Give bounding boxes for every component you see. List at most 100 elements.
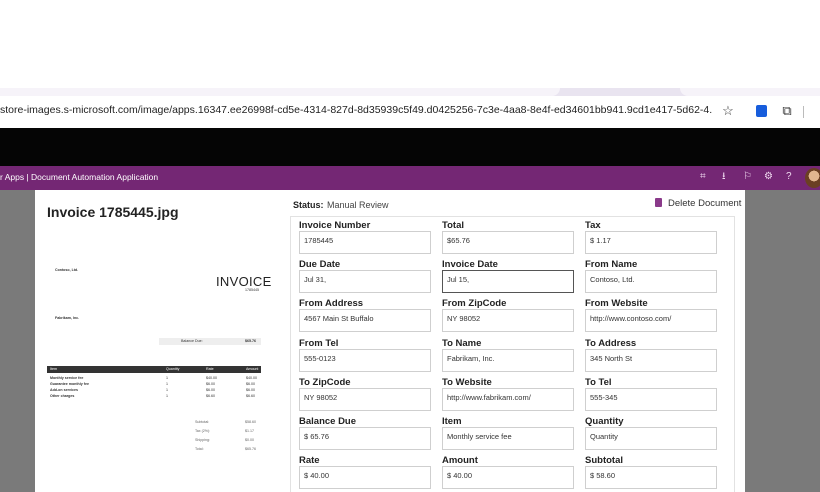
to-address-field[interactable]: 345 North St [585, 348, 717, 372]
to-zipcode-label: To ZipCode [299, 376, 351, 388]
star-icon[interactable]: ☆ [719, 102, 737, 120]
from-website-label: From Website [585, 298, 648, 310]
preview-table-cell: $6.60 [246, 394, 255, 398]
to-name-label: To Name [442, 337, 482, 349]
delete-label: Delete Document [668, 198, 742, 209]
preview-total-cell: Total: [195, 447, 204, 451]
subtotal-field[interactable]: $ 58.60 [585, 466, 717, 490]
page-title: Invoice 1785445.jpg [47, 204, 179, 220]
preview-table-cell: 1 [166, 376, 168, 380]
left-gutter [0, 190, 35, 492]
preview-heading: INVOICE [216, 274, 272, 289]
page-header-band [0, 128, 820, 166]
field-form: Invoice Number 1785445 Total $65.76 Tax $ 1.1… [290, 216, 735, 492]
bitwarden-icon[interactable] [752, 102, 770, 120]
preview-table-cell: 1 [166, 394, 168, 398]
preview-table-cell: Other charges [50, 394, 75, 398]
from-address-label: From Address [299, 298, 364, 310]
preview-table-cell: $6.00 [206, 388, 215, 392]
app-bar: r Apps | Document Automation Application… [0, 166, 820, 190]
item-field[interactable]: Monthly service fee [442, 427, 574, 450]
from-name-field[interactable]: Contoso, Ltd. [585, 270, 717, 294]
toolbar-divider [803, 106, 804, 118]
amount-label: Amount [442, 455, 478, 467]
balance-due-field[interactable]: $ 65.76 [299, 427, 431, 450]
preview-total-cell: Tax (2%): [195, 429, 211, 433]
quantity-label: Quantity [585, 416, 624, 427]
from-address-field[interactable]: 4567 Main St Buffalo [299, 309, 431, 333]
from-website-field[interactable]: http://www.contoso.com/ [585, 309, 717, 333]
preview-table-cell: $6.00 [246, 382, 255, 386]
preview-table-cell: 1 [166, 382, 168, 386]
preview-header-cell: Rate [206, 367, 214, 371]
preview-total-cell: $0.00 [245, 438, 254, 442]
due-date-field[interactable]: Jul 31, [299, 270, 431, 294]
invoice-date-label: Invoice Date [442, 259, 498, 271]
right-gutter [745, 190, 820, 492]
invoice-number-field[interactable]: 1785445 [299, 231, 431, 254]
to-name-field[interactable]: Fabrikam, Inc. [442, 348, 574, 372]
preview-number: 1785445 [245, 288, 259, 292]
browser-tab[interactable] [680, 88, 820, 96]
invoice-number-label: Invoice Number [299, 220, 371, 231]
preview-header-cell: Quantity [166, 367, 180, 371]
preview-header-cell: Item [50, 367, 57, 371]
preview-balance-label: Balance Due: [181, 339, 203, 343]
to-website-field[interactable]: http://www.fabrikam.com/ [442, 387, 574, 411]
quantity-field[interactable]: Quantity [585, 427, 717, 450]
preview-balance-value: $65.76 [245, 339, 256, 343]
help-icon[interactable]: ? [786, 170, 792, 184]
address-bar: store-images.s-microsoft.com/image/apps.… [0, 96, 820, 128]
total-field[interactable]: $65.76 [442, 231, 574, 254]
gear-icon[interactable]: ⚙ [764, 170, 773, 184]
to-tel-field[interactable]: 555-345 [585, 387, 717, 411]
balance-due-label: Balance Due [299, 416, 357, 427]
app-title: r Apps | Document Automation Application [0, 172, 159, 182]
flag-icon[interactable]: ⚐ [743, 170, 752, 184]
total-label: Total [442, 220, 464, 231]
preview-total-cell: $58.60 [245, 420, 256, 424]
status-value: Manual Review [327, 200, 389, 210]
extensions-icon[interactable]: ⧉ [778, 102, 796, 120]
from-zipcode-label: From ZipCode [442, 298, 507, 310]
due-date-label: Due Date [299, 259, 341, 271]
tab-strip [0, 88, 820, 96]
preview-table-cell: Guarantee monthly fee [50, 382, 89, 386]
preview-table-cell: $6.00 [206, 382, 215, 386]
preview-company: Contoso, Ltd. [55, 268, 79, 272]
url-field[interactable]: store-images.s-microsoft.com/image/apps.… [0, 104, 712, 116]
preview-total-cell: Shipping: [195, 438, 210, 442]
preview-total-cell: Subtotal: [195, 420, 210, 424]
invoice-date-field[interactable]: Jul 15, [442, 270, 574, 294]
item-label: Item [442, 416, 462, 427]
status-label: Status: [293, 200, 324, 210]
preview-table-header [47, 366, 261, 373]
delete-document-button[interactable]: Delete Document [655, 198, 741, 212]
from-tel-field[interactable]: 555-0123 [299, 348, 431, 372]
preview-header-cell: Amount [246, 367, 259, 371]
preview-table-cell: Add-on services [50, 388, 78, 392]
tax-label: Tax [585, 220, 601, 231]
rate-field[interactable]: $ 40.00 [299, 466, 431, 490]
amount-field[interactable]: $ 40.00 [442, 466, 574, 490]
from-zipcode-field[interactable]: NY 98052 [442, 309, 574, 333]
preview-table-cell: 1 [166, 388, 168, 392]
preview-table-cell: $6.00 [246, 388, 255, 392]
preview-total-cell: $1.17 [245, 429, 254, 433]
tax-field[interactable]: $ 1.17 [585, 231, 717, 254]
preview-table-cell: $40.00 [206, 376, 217, 380]
download-icon[interactable]: ⭳ [722, 170, 726, 184]
to-website-label: To Website [442, 376, 492, 388]
preview-table-cell: Monthly service fee [50, 376, 84, 380]
to-tel-label: To Tel [585, 376, 612, 388]
from-tel-label: From Tel [299, 337, 339, 349]
preview-bill-to: Fabrikam, Inc. [55, 316, 80, 320]
to-address-label: To Address [585, 337, 637, 349]
to-zipcode-field[interactable]: NY 98052 [299, 387, 431, 411]
avatar[interactable] [805, 168, 820, 188]
invoice-preview: Contoso, Ltd. INVOICE 1785445 Fabrikam, … [47, 252, 271, 492]
subtotal-label: Subtotal [585, 455, 623, 467]
fit-screen-icon[interactable]: ⌗ [700, 170, 706, 184]
window-top [0, 0, 820, 88]
browser-tab[interactable] [0, 88, 560, 96]
